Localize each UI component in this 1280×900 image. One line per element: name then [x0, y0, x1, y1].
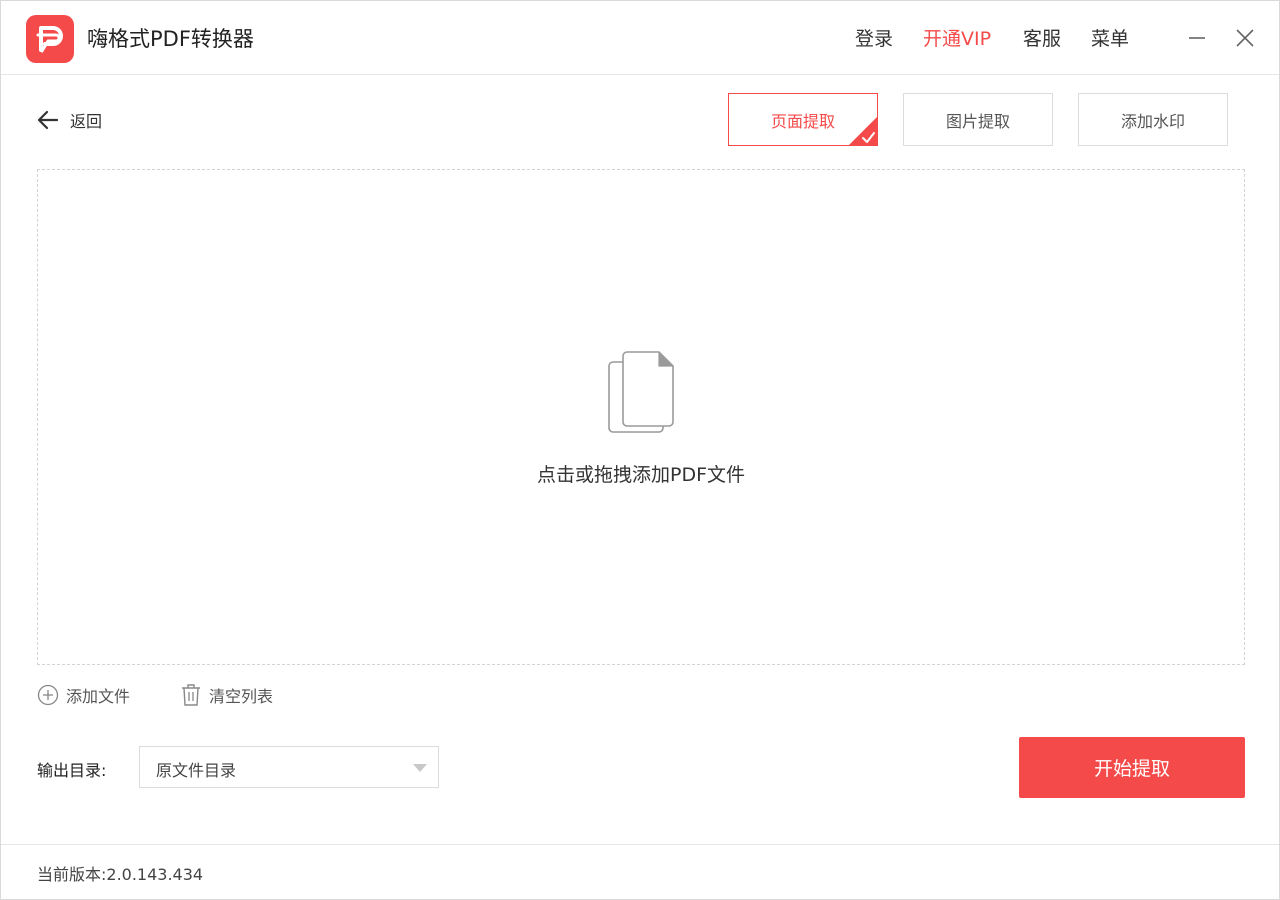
- clear-list-label: 清空列表: [209, 687, 274, 706]
- clear-list-button[interactable]: 清空列表: [180, 683, 273, 707]
- menu-link[interactable]: 菜单: [1091, 27, 1129, 51]
- tab-image-extract[interactable]: 图片提取: [903, 93, 1053, 146]
- title-bar: 嗨格式PDF转换器 登录 开通VIP 客服 菜单: [1, 1, 1279, 75]
- chevron-down-icon: [413, 764, 427, 772]
- plus-circle-icon: [37, 684, 59, 706]
- output-dir-value: 原文件目录: [156, 761, 237, 780]
- app-window: 嗨格式PDF转换器 登录 开通VIP 客服 菜单 返回 页面提取 图片提取 添加…: [0, 0, 1280, 900]
- app-logo-icon: [26, 15, 74, 63]
- file-drop-zone[interactable]: 点击或拖拽添加PDF文件: [37, 169, 1245, 665]
- check-icon: [849, 117, 877, 145]
- vip-link[interactable]: 开通VIP: [923, 27, 991, 51]
- drop-zone-text: 点击或拖拽添加PDF文件: [536, 464, 746, 486]
- customer-service-link[interactable]: 客服: [1023, 27, 1061, 51]
- output-dir-select[interactable]: 原文件目录: [139, 746, 439, 788]
- version-text: 当前版本:2.0.143.434: [37, 865, 204, 884]
- document-stack-icon: [608, 351, 674, 433]
- add-file-label: 添加文件: [66, 687, 131, 706]
- footer: 当前版本:2.0.143.434: [1, 844, 1279, 899]
- minimize-icon[interactable]: [1184, 25, 1210, 51]
- close-icon[interactable]: [1232, 25, 1258, 51]
- tab-label: 图片提取: [945, 111, 1010, 131]
- app-title: 嗨格式PDF转换器: [87, 27, 254, 51]
- arrow-left-icon: [37, 110, 59, 130]
- output-dir-label: 输出目录:: [37, 761, 107, 780]
- start-extract-button[interactable]: 开始提取: [1019, 737, 1245, 798]
- tab-add-watermark[interactable]: 添加水印: [1078, 93, 1228, 146]
- tab-label: 页面提取: [770, 111, 835, 131]
- login-link[interactable]: 登录: [855, 27, 893, 51]
- trash-icon: [182, 684, 200, 706]
- add-file-button[interactable]: 添加文件: [37, 683, 130, 707]
- back-button[interactable]: 返回: [36, 107, 102, 133]
- back-label: 返回: [70, 112, 103, 131]
- tab-label: 添加水印: [1120, 111, 1185, 131]
- tab-page-extract[interactable]: 页面提取: [728, 93, 878, 146]
